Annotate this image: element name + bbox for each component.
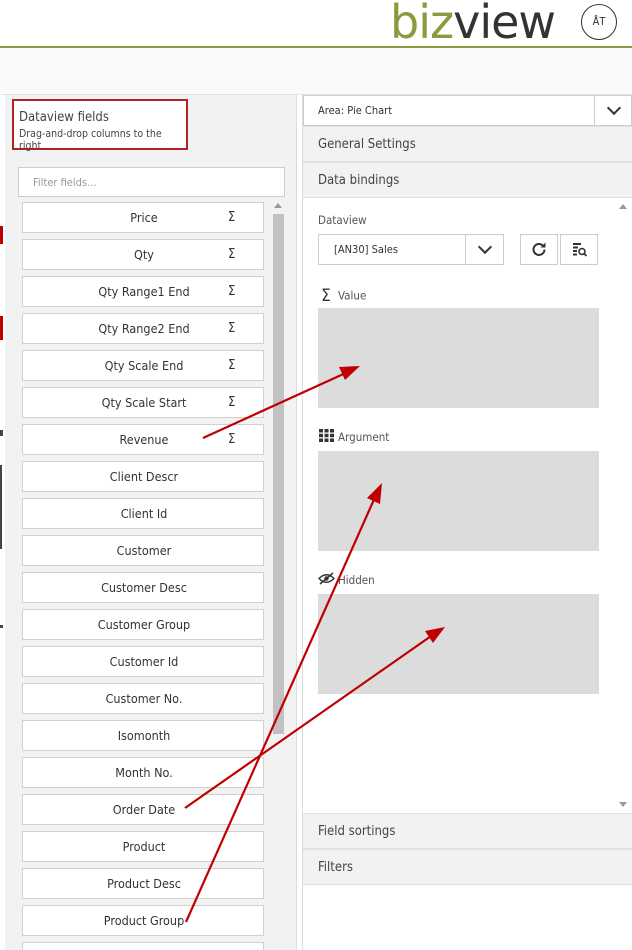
argument-drop-zone[interactable] (318, 451, 599, 551)
chevron-down-icon (477, 239, 493, 255)
field-list-scroll-thumb[interactable] (273, 214, 284, 734)
field-item[interactable]: Customer Id (22, 646, 264, 677)
sigma-icon: Σ (228, 321, 236, 336)
field-label: Order Date (112, 802, 176, 817)
argument-drop-label: Argument (318, 429, 389, 446)
field-item[interactable]: Qty Range1 End Σ (22, 276, 264, 307)
field-item[interactable]: Price Σ (22, 202, 264, 233)
field-item[interactable]: Customer Desc (22, 572, 264, 603)
fields-panel-header: Dataview fields Drag-and-drop columns to… (12, 99, 188, 152)
field-label: Customer Group (97, 617, 191, 632)
refresh-icon (532, 242, 546, 256)
field-item[interactable]: Client Id (22, 498, 264, 529)
field-label: Customer (116, 543, 172, 558)
refresh-button[interactable] (520, 234, 558, 265)
user-avatar[interactable]: ÅT (581, 4, 617, 40)
field-label: Client Descr (109, 469, 179, 484)
field-label: Customer Id (109, 654, 179, 669)
field-item[interactable]: Qty Scale Start Σ (22, 387, 264, 418)
field-item[interactable]: Qty Range2 End Σ (22, 313, 264, 344)
section-filters[interactable]: Filters (303, 849, 632, 885)
value-drop-label: Σ Value (318, 286, 366, 306)
field-item[interactable]: Isomonth (22, 720, 264, 751)
logo-part-1: biz (390, 0, 454, 49)
field-item[interactable]: Customer Group (22, 609, 264, 640)
section-label: Field sortings (318, 824, 396, 839)
section-general-settings[interactable]: General Settings (303, 126, 632, 162)
field-label: Product Desc (107, 876, 181, 891)
fields-panel-title: Dataview fields (19, 110, 109, 125)
field-item[interactable]: Product (22, 831, 264, 862)
scroll-up-arrow[interactable] (274, 203, 282, 208)
sub-toolbar (0, 48, 632, 95)
eye-slash-icon (318, 572, 335, 589)
fields-panel-subtitle: Drag-and-drop columns to the right (19, 128, 162, 152)
table-search-icon (573, 243, 588, 257)
hidden-label: Hidden (338, 573, 375, 587)
dataview-select[interactable]: [AN30] Sales (318, 234, 504, 265)
logo-part-2: view (453, 0, 556, 49)
field-label: Client Id (120, 506, 168, 521)
bindings-scroll-up-arrow[interactable] (619, 204, 627, 209)
argument-label: Argument (338, 430, 390, 444)
field-label: Customer No. (105, 691, 183, 706)
section-label: Data bindings (318, 173, 400, 188)
sigma-icon: Σ (228, 395, 236, 410)
field-item[interactable] (22, 942, 264, 950)
dataview-label: Dataview (318, 213, 367, 227)
field-item[interactable]: Order Date (22, 794, 264, 825)
dataview-select-value: [AN30] Sales (334, 243, 398, 256)
bizview-logo[interactable]: bizview (390, 0, 556, 50)
field-item[interactable]: Customer No. (22, 683, 264, 714)
area-select-value: Area: Pie Chart (318, 104, 393, 117)
field-label: Isomonth (117, 728, 171, 743)
section-label: Filters (318, 860, 353, 875)
hidden-drop-zone[interactable] (318, 594, 599, 694)
section-label: General Settings (318, 137, 416, 152)
sigma-icon: Σ (228, 284, 236, 299)
field-item[interactable]: Qty Σ (22, 239, 264, 270)
field-label: Customer Desc (101, 580, 187, 595)
area-select[interactable]: Area: Pie Chart (303, 95, 632, 126)
field-label: Month No. (115, 765, 173, 780)
field-item[interactable]: Customer (22, 535, 264, 566)
field-list: Price Σ Qty Σ Qty Range1 End Σ Qty Range2 End Σ… (22, 202, 266, 950)
section-data-bindings[interactable]: Data bindings (303, 162, 632, 198)
sigma-icon: Σ (228, 210, 236, 225)
field-item[interactable]: Product Group (22, 905, 264, 936)
field-item[interactable]: Client Descr (22, 461, 264, 492)
field-item[interactable]: Qty Scale End Σ (22, 350, 264, 381)
sigma-icon: Σ (228, 432, 236, 447)
field-label: Product (122, 839, 166, 854)
field-item[interactable]: Month No. (22, 757, 264, 788)
field-label: Product Group (103, 913, 185, 928)
section-field-sortings[interactable]: Field sortings (303, 813, 632, 849)
sigma-icon: Σ (321, 286, 331, 306)
value-label: Value (338, 288, 367, 303)
hidden-drop-label: Hidden (318, 572, 375, 589)
field-item[interactable]: Product Desc (22, 868, 264, 899)
area-select-toggle[interactable] (594, 96, 632, 125)
bindings-scroll-down-arrow[interactable] (619, 802, 627, 807)
filter-fields-input[interactable] (18, 167, 285, 197)
dataview-select-toggle[interactable] (465, 235, 504, 264)
grid-icon (318, 429, 334, 446)
top-bar: bizview ÅT (0, 0, 632, 50)
sigma-icon: Σ (228, 247, 236, 262)
preview-data-button[interactable] (560, 234, 598, 265)
field-item[interactable]: Revenue Σ (22, 424, 264, 455)
sigma-icon: Σ (228, 358, 236, 373)
value-drop-zone[interactable] (318, 308, 599, 408)
chevron-down-icon (606, 100, 622, 116)
